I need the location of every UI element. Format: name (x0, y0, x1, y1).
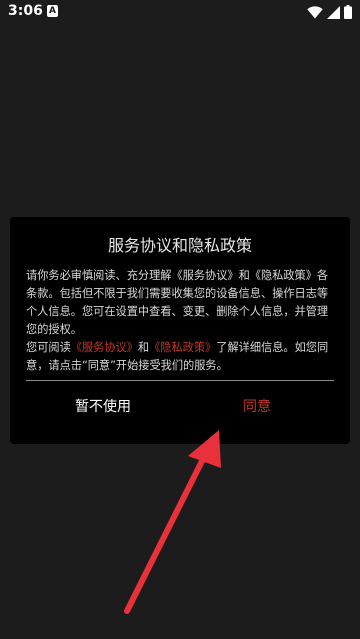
body-paragraph-2-prefix: 您可阅读 (26, 341, 71, 354)
decline-button[interactable]: 暂不使用 (28, 392, 178, 422)
cellular-signal-icon (327, 5, 340, 19)
body-paragraph-1: 请你务必审慎阅读、充分理解《服务协议》和《隐私政策》各条款。包括但不限于我们需要… (26, 269, 329, 336)
status-icons (307, 4, 352, 20)
notification-icon: A (47, 5, 58, 17)
notification-glyph: A (49, 6, 56, 16)
app-screen: 3:06 A 服务协议和隐私政策 请你务必审慎阅读、充分理解《服务协议》和《隐私… (0, 0, 360, 639)
dialog-divider (26, 380, 334, 381)
battery-icon (344, 5, 352, 19)
agree-button[interactable]: 同意 (182, 392, 332, 422)
privacy-policy-link[interactable]: 《隐私政策》 (149, 341, 216, 354)
dialog-title: 服务协议和隐私政策 (107, 236, 252, 255)
conjunction-text: 和 (137, 341, 150, 354)
privacy-dialog: 服务协议和隐私政策 请你务必审慎阅读、充分理解《服务协议》和《隐私政策》各条款。… (10, 217, 350, 444)
status-bar: 3:06 A (0, 0, 360, 24)
wifi-icon (307, 5, 323, 18)
dialog-body: 请你务必审慎阅读、充分理解《服务协议》和《隐私政策》各条款。包括但不限于我们需要… (26, 267, 338, 375)
status-time: 3:06 (8, 3, 43, 19)
service-agreement-link[interactable]: 《服务协议》 (71, 341, 138, 354)
